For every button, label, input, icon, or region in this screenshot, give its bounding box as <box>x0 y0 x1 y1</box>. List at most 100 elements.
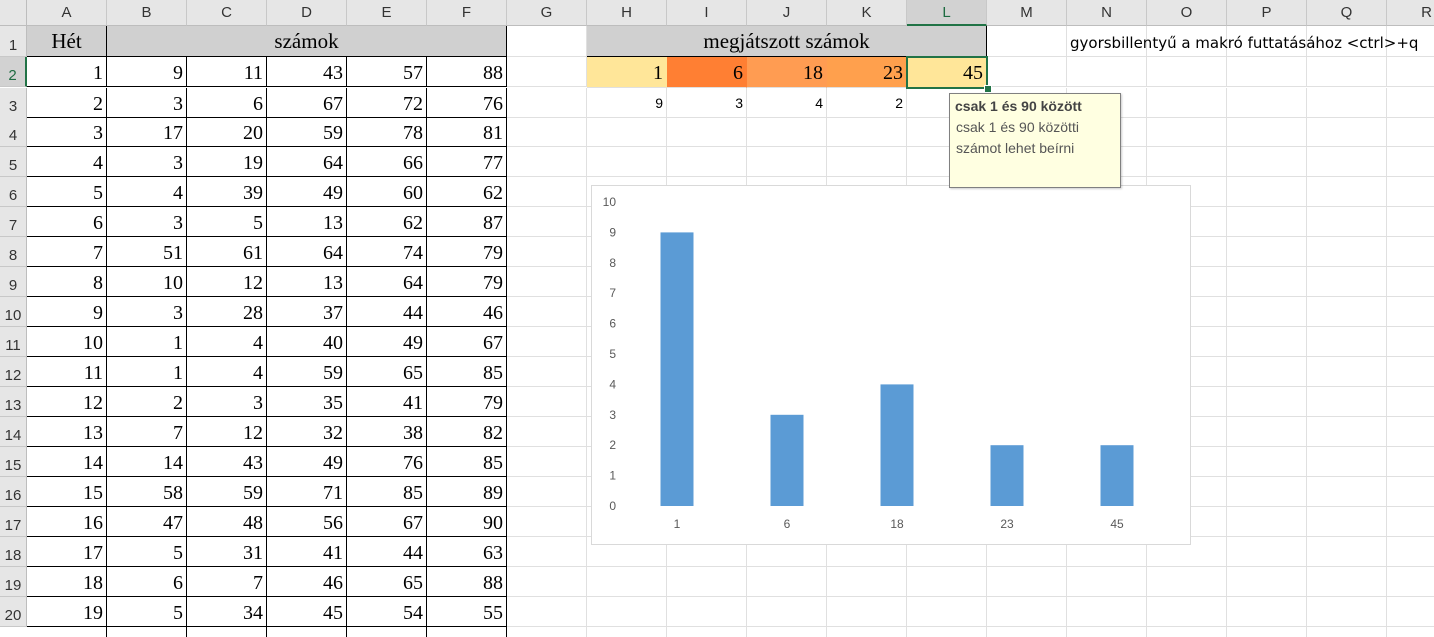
table-cell[interactable]: 49 <box>347 327 427 357</box>
table-cell[interactable]: 6 <box>27 207 107 237</box>
cell[interactable] <box>1307 57 1387 87</box>
table-cell[interactable]: 4 <box>27 147 107 177</box>
row-header-8[interactable]: 8 <box>0 237 27 267</box>
table-cell[interactable]: 1 <box>27 57 107 87</box>
cell[interactable] <box>507 507 587 537</box>
cell[interactable] <box>507 88 587 118</box>
cell[interactable] <box>1227 177 1307 207</box>
table-cell[interactable]: 11 <box>187 57 267 87</box>
column-header-o[interactable]: O <box>1147 0 1227 26</box>
cell[interactable] <box>667 567 747 597</box>
table-cell[interactable]: 87 <box>427 207 507 237</box>
cell[interactable] <box>1387 357 1434 387</box>
het-header-cell[interactable]: Hét <box>27 26 107 57</box>
table-cell[interactable]: 6 <box>187 88 267 118</box>
column-header-n[interactable]: N <box>1067 0 1147 26</box>
row-header-12[interactable]: 12 <box>0 357 27 387</box>
cell[interactable] <box>1307 597 1387 627</box>
row-header-5[interactable]: 5 <box>0 147 27 177</box>
cell[interactable] <box>1387 447 1434 477</box>
cell[interactable] <box>1227 507 1307 537</box>
table-cell[interactable]: 5 <box>107 597 187 627</box>
cell[interactable] <box>1387 88 1434 118</box>
cell[interactable] <box>1307 357 1387 387</box>
cell[interactable] <box>1307 507 1387 537</box>
table-cell[interactable]: 72 <box>347 88 427 118</box>
cell[interactable] <box>987 627 1067 637</box>
table-cell[interactable]: 35 <box>267 387 347 417</box>
row-header-13[interactable]: 13 <box>0 387 27 417</box>
table-cell[interactable]: 62 <box>347 207 427 237</box>
cell[interactable] <box>1147 627 1227 637</box>
table-cell[interactable]: 67 <box>347 507 427 537</box>
table-cell[interactable]: 20 <box>187 117 267 147</box>
cell[interactable] <box>827 147 907 177</box>
cell[interactable] <box>667 597 747 627</box>
cell[interactable] <box>1067 567 1147 597</box>
cell[interactable] <box>587 147 667 177</box>
szamok-header-cell[interactable]: számok <box>107 26 507 57</box>
cell[interactable] <box>1227 57 1307 87</box>
column-header-g[interactable]: G <box>507 0 587 26</box>
table-cell[interactable]: 79 <box>427 387 507 417</box>
table-cell[interactable]: 55 <box>427 597 507 627</box>
cell[interactable] <box>827 627 907 637</box>
cell[interactable] <box>1387 297 1434 327</box>
table-cell[interactable]: 79 <box>427 267 507 297</box>
table-cell[interactable]: 14 <box>107 447 187 477</box>
cell[interactable] <box>907 597 987 627</box>
table-cell[interactable]: 11 <box>27 357 107 387</box>
table-cell[interactable]: 66 <box>347 147 427 177</box>
table-cell[interactable]: 12 <box>187 267 267 297</box>
table-cell[interactable]: 74 <box>347 237 427 267</box>
played-count-cell[interactable]: 3 <box>667 88 747 118</box>
played-number-cell[interactable]: 6 <box>667 57 747 88</box>
cell[interactable] <box>507 177 587 207</box>
table-cell[interactable]: 9 <box>107 57 187 87</box>
row-header-6[interactable]: 6 <box>0 177 27 207</box>
table-cell[interactable]: 79 <box>427 237 507 267</box>
cell[interactable] <box>987 26 1067 57</box>
cell[interactable] <box>1387 507 1434 537</box>
table-cell[interactable]: 19 <box>187 147 267 177</box>
cell[interactable] <box>587 567 667 597</box>
column-header-j[interactable]: J <box>747 0 827 26</box>
cell[interactable] <box>1307 88 1387 118</box>
cell[interactable] <box>1067 627 1147 637</box>
table-cell[interactable]: 12 <box>187 417 267 447</box>
cell[interactable] <box>907 627 987 637</box>
table-cell[interactable]: 10 <box>107 267 187 297</box>
table-cell[interactable]: 14 <box>27 447 107 477</box>
cell[interactable] <box>507 297 587 327</box>
table-cell[interactable]: 67 <box>427 327 507 357</box>
table-cell[interactable]: 34 <box>187 597 267 627</box>
cell[interactable] <box>507 387 587 417</box>
bar[interactable] <box>880 384 914 506</box>
column-header-e[interactable]: E <box>347 0 427 26</box>
table-cell[interactable]: 4 <box>107 177 187 207</box>
column-header-i[interactable]: I <box>667 0 747 26</box>
cell[interactable] <box>1387 417 1434 447</box>
table-cell[interactable]: 76 <box>427 88 507 118</box>
cell[interactable] <box>1227 327 1307 357</box>
cell[interactable] <box>1147 88 1227 118</box>
cell[interactable] <box>1307 267 1387 297</box>
cell[interactable] <box>1307 117 1387 147</box>
table-cell[interactable]: 12 <box>27 387 107 417</box>
table-cell[interactable]: 60 <box>347 177 427 207</box>
table-cell[interactable]: 85 <box>427 447 507 477</box>
cell[interactable] <box>1227 417 1307 447</box>
played-number-cell[interactable]: 18 <box>747 57 827 88</box>
table-cell[interactable]: 62 <box>427 177 507 207</box>
table-cell[interactable]: 40 <box>267 327 347 357</box>
row-header-16[interactable]: 16 <box>0 477 27 507</box>
table-cell[interactable]: 44 <box>347 297 427 327</box>
cell[interactable] <box>1307 327 1387 357</box>
cell[interactable] <box>1387 237 1434 267</box>
cell[interactable] <box>1307 207 1387 237</box>
table-cell[interactable]: 65 <box>347 567 427 597</box>
column-header-a[interactable]: A <box>27 0 107 26</box>
bar[interactable] <box>660 232 694 506</box>
table-cell[interactable]: 1 <box>107 327 187 357</box>
cell[interactable] <box>667 117 747 147</box>
